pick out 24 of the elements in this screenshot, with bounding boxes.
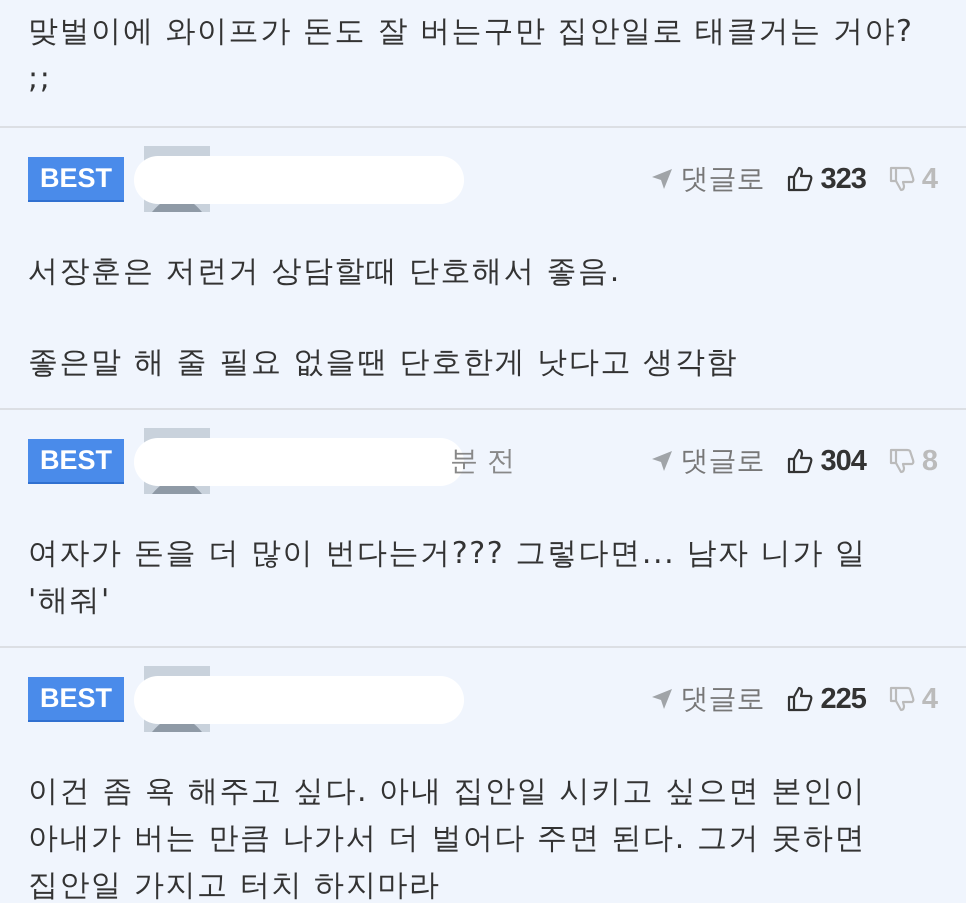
thumbs-down-icon [888, 165, 916, 193]
best-badge: BEST [28, 676, 124, 722]
reply-button[interactable]: 댓글로 [650, 680, 764, 718]
like-button[interactable]: 304 [786, 444, 866, 478]
comment-text: 이건 좀 욕 해주고 싶다. 아내 집안일 시키고 싶으면 본인이 아내가 버는 만큼 나가서 더 벌어다 주면 된다. 그거 못하면 집안일 가지고 터치 하지마라 [28, 773, 868, 903]
thumbs-up-icon [786, 165, 814, 193]
best-badge: BEST [28, 156, 124, 202]
comment-text: 좋은말 해 줄 필요 없을땐 단호한게 낫다고 생각함 [28, 344, 739, 382]
comment-text: 서장훈은 저런거 상담할때 단호해서 좋음. [28, 253, 622, 291]
send-icon [650, 449, 674, 473]
thumbs-down-icon [888, 447, 916, 475]
like-button[interactable]: 323 [786, 162, 866, 196]
reply-button[interactable]: 댓글로 [650, 160, 764, 198]
send-icon [650, 167, 674, 191]
like-button[interactable]: 225 [786, 682, 866, 716]
thumbs-up-icon [786, 685, 814, 713]
comment-time: 분 전 [450, 443, 515, 479]
send-icon [650, 687, 674, 711]
comment-text: 여자가 돈을 더 많이 번다는거??? 그렇다면... 남자 니가 일 '해줘' [28, 535, 868, 620]
reply-button[interactable]: 댓글로 [650, 442, 764, 480]
thumbs-down-icon [888, 685, 916, 713]
comment-text: 맞벌이에 와이프가 돈도 잘 버는구만 집안일로 태클거는 거야? ;; [28, 13, 914, 98]
thumbs-up-icon [786, 447, 814, 475]
best-badge: BEST [28, 438, 124, 484]
